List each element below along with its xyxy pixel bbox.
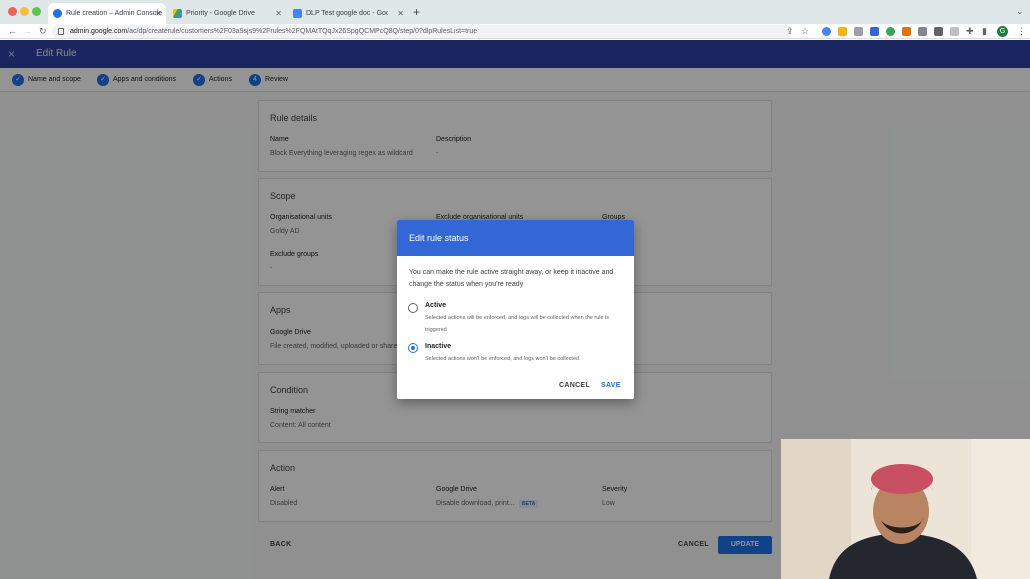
presenter-video-image [781, 439, 1030, 579]
admin-console-favicon-icon [53, 9, 62, 18]
url-host: admin.google.com [70, 28, 128, 35]
lock-icon [58, 28, 64, 35]
reload-icon[interactable]: ↻ [39, 24, 47, 39]
browser-toolbar: ← → ↻ admin.google.com/ac/dp/createrule/… [0, 24, 1030, 39]
new-tab-plus-icon[interactable]: + [413, 3, 420, 21]
edit-rule-status-dialog: Edit rule status You can make the rule a… [397, 220, 634, 399]
browser-tab-google-docs[interactable]: DLP Test google doc - Google Docs ✕ [288, 3, 408, 24]
extension-icon[interactable] [870, 27, 879, 36]
side-panel-icon[interactable]: ▮ [982, 24, 987, 39]
google-docs-favicon-icon [293, 9, 302, 18]
extension-icon[interactable] [902, 27, 911, 36]
dialog-save-button[interactable]: SAVE [601, 382, 621, 389]
dialog-cancel-button[interactable]: CANCEL [559, 382, 590, 389]
tab-title: DLP Test google doc - Google Docs [306, 10, 388, 17]
extension-icon[interactable] [822, 27, 831, 36]
extension-icon[interactable] [934, 27, 943, 36]
inactive-radio[interactable] [408, 343, 418, 353]
share-icon[interactable]: ⇪ [786, 24, 794, 39]
tab-search-chevron-icon[interactable]: ⌄ [1016, 4, 1024, 19]
window-maximize-icon[interactable] [32, 7, 41, 16]
window-close-icon[interactable] [8, 7, 17, 16]
extension-icon[interactable] [886, 27, 895, 36]
address-bar[interactable]: admin.google.com/ac/dp/createrule/custom… [52, 25, 792, 38]
forward-arrow-icon[interactable]: → [23, 24, 32, 39]
inactive-option-description: Selected actions won't be enforced, and … [425, 356, 580, 362]
extension-icon[interactable] [854, 27, 863, 36]
browser-tab-strip: Rule creation – Admin Console ✕ Priority… [0, 0, 1030, 24]
extension-icon[interactable] [838, 27, 847, 36]
window-minimize-icon[interactable] [20, 7, 29, 16]
active-radio[interactable] [408, 303, 418, 313]
google-drive-favicon-icon [173, 9, 182, 18]
dialog-title: Edit rule status [409, 233, 469, 243]
dialog-header: Edit rule status [397, 220, 634, 256]
tab-close-icon[interactable]: ✕ [155, 3, 162, 24]
extension-icon[interactable] [918, 27, 927, 36]
webcam-overlay [781, 439, 1030, 579]
browser-tab-admin-console[interactable]: Rule creation – Admin Console ✕ [48, 3, 166, 24]
extensions-puzzle-icon[interactable]: ✚ [966, 24, 974, 39]
tab-close-icon[interactable]: ✕ [397, 3, 404, 24]
extension-icon[interactable] [950, 27, 959, 36]
tab-title: Rule creation – Admin Console [66, 10, 163, 17]
dialog-description: You can make the rule active straight aw… [409, 269, 614, 288]
url-path: /ac/dp/createrule/customers%2F03a9sjs9%2… [127, 28, 478, 35]
tab-close-icon[interactable]: ✕ [275, 3, 282, 24]
browser-menu-icon[interactable]: ⋮ [1017, 24, 1026, 39]
active-option-title[interactable]: Active [425, 302, 446, 309]
active-option-description: Selected actions will be enforced, and l… [425, 315, 610, 333]
back-arrow-icon[interactable]: ← [8, 24, 17, 39]
tab-title: Priority - Google Drive [186, 10, 255, 17]
inactive-option-title[interactable]: Inactive [425, 343, 451, 350]
bookmark-star-icon[interactable]: ☆ [801, 24, 809, 39]
profile-avatar[interactable]: G [997, 26, 1008, 37]
browser-tab-google-drive[interactable]: Priority - Google Drive ✕ [168, 3, 286, 24]
